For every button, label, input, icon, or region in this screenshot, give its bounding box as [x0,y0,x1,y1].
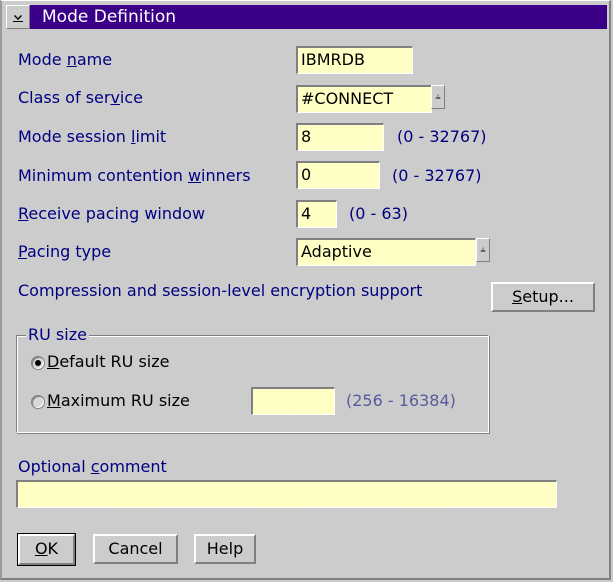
mnemonic: R [18,204,29,223]
mnemonic: S [512,287,523,306]
optional-comment-input[interactable] [16,480,557,508]
label-text: inners [201,166,251,185]
pacing-type-dropdown-button[interactable]: ⫨ [476,238,490,262]
system-menu-icon [13,12,23,22]
pacing-type-combobox[interactable]: Adaptive [296,238,476,266]
label-text: imit [135,127,167,146]
label-text: Minimum contention [18,166,188,185]
label-text: eceive pacing window [28,204,206,223]
dropdown-arrow-icon: ⫨ [480,244,486,255]
class-of-service-dropdown-button[interactable]: ⫨ [431,85,445,109]
mnemonic: c [90,457,100,476]
mnemonic: P [18,242,27,261]
mode-session-limit-input[interactable]: 8 [296,123,384,151]
setup-button[interactable]: Setup... [491,282,595,312]
label-text: Optional [18,457,91,476]
maximum-ru-size-radio[interactable] [31,395,45,409]
ru-size-group [16,335,489,433]
class-of-service-combobox[interactable]: #CONNECT [296,85,432,113]
button-label: K [47,539,59,558]
default-ru-size-radio[interactable] [31,356,45,370]
label-text: Mode session [18,127,131,146]
label-text: acing type [26,242,112,261]
maximum-ru-size-label[interactable]: Maximum RU size [47,391,190,411]
compression-label: Compression and session-level encryption… [18,281,423,300]
mnemonic: M [47,391,61,410]
system-menu-button[interactable] [6,5,30,29]
mnemonic: D [47,352,60,371]
receive-pacing-window-label: Receive pacing window [18,204,205,224]
button-label: etup... [522,287,574,306]
optional-comment-label: Optional comment [18,457,167,477]
min-contention-winners-range: (0 - 32767) [392,166,482,185]
cancel-button[interactable]: Cancel [93,534,178,564]
mnemonic: v [110,88,120,107]
maximum-ru-size-range: (256 - 16384) [346,391,456,410]
class-of-service-label: Class of service [18,88,143,108]
label-text: aximum RU size [60,391,190,410]
dropdown-arrow-icon: ⫨ [435,91,441,102]
default-ru-size-label[interactable]: Default RU size [47,352,170,372]
label-text: ame [76,50,113,69]
label-text: ice [119,88,144,107]
min-contention-winners-input[interactable]: 0 [296,161,380,189]
ok-button[interactable]: OK [17,533,76,566]
mode-name-label: Mode name [18,50,112,70]
receive-pacing-window-range: (0 - 63) [349,204,408,223]
mnemonic: w [187,166,202,185]
label-text: Mode [18,50,67,69]
label-text: efault RU size [59,352,170,371]
help-button[interactable]: Help [194,534,256,564]
label-text: omment [99,457,167,476]
mode-name-input[interactable]: IBMRDB [296,46,413,74]
min-contention-winners-label: Minimum contention winners [18,166,251,186]
mnemonic: O [34,539,48,558]
pacing-type-label: Pacing type [18,242,111,262]
receive-pacing-window-input[interactable]: 4 [296,200,337,228]
title-bar[interactable]: Mode Definition [6,5,607,29]
mnemonic: n [66,50,77,69]
ru-size-group-label: RU size [26,325,89,345]
maximum-ru-size-input[interactable] [251,387,335,415]
window-title: Mode Definition [42,7,177,27]
mode-session-limit-range: (0 - 32767) [397,127,487,146]
mode-session-limit-label: Mode session limit [18,127,166,147]
label-text: Class of ser [18,88,111,107]
